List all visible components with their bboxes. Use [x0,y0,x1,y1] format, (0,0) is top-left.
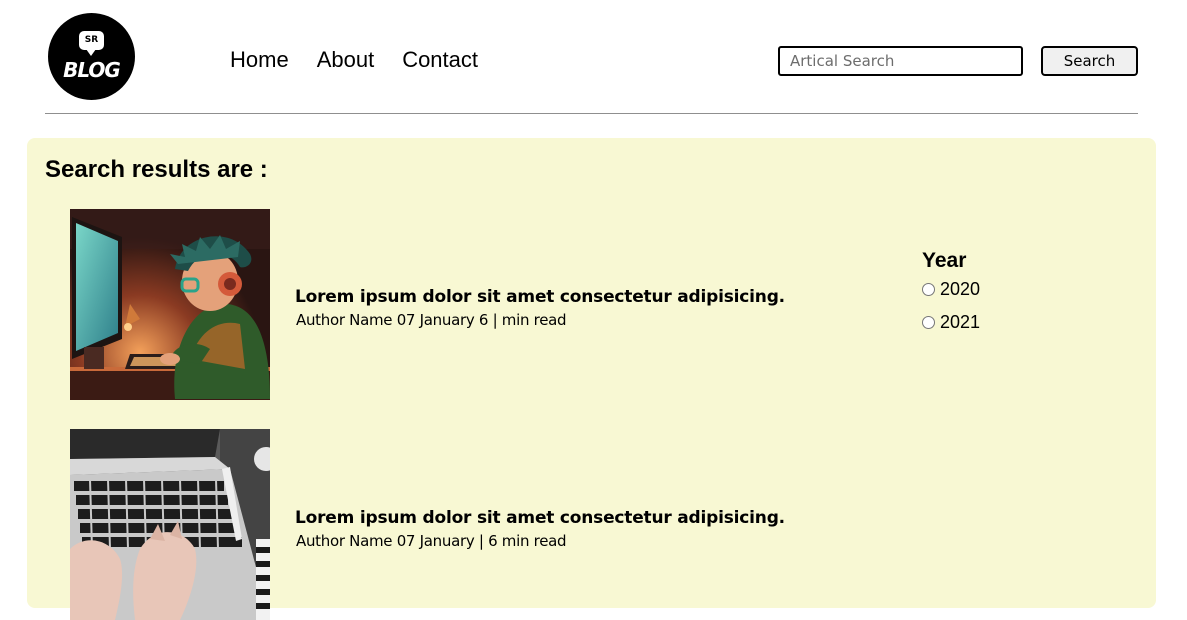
year-option-2021[interactable]: 2021 [922,306,1072,339]
result-item[interactable]: Lorem ipsum dolor sit amet consectetur a… [70,209,830,400]
year-radio-2020[interactable] [922,283,935,296]
year-option-2020[interactable]: 2020 [922,273,1072,306]
nav-home-link[interactable]: Home [230,47,289,73]
result-thumbnail-laptop [70,429,270,620]
year-option-label: 2020 [940,279,981,299]
search-results-panel: Search results are : Lorem ipsum dolor s… [27,138,1156,620]
nav-contact-link[interactable]: Contact [402,47,478,73]
article-search-input[interactable] [778,46,1023,76]
logo-word: BLOG [63,58,121,82]
logo-badge-text: SR [84,35,99,45]
nav-about-link[interactable]: About [317,47,375,73]
site-header: SR BLOG Home About Contact Search [0,0,1187,114]
site-logo[interactable]: SR BLOG [48,13,135,100]
result-meta: Author Name 07 January 6 | min read [296,311,567,329]
results-heading: Search results are : [45,156,268,183]
header-divider [45,113,1138,114]
result-item[interactable]: Lorem ipsum dolor sit amet consectetur a… [70,429,830,620]
main-nav: Home About Contact [230,47,478,73]
result-meta: Author Name 07 January | 6 min read [296,532,567,550]
year-filter: Year 2020 2021 [922,249,1072,339]
search-button[interactable]: Search [1041,46,1138,76]
year-option-label: 2021 [940,312,981,332]
year-radio-2021[interactable] [922,316,935,329]
speech-bubble-icon: SR [79,31,104,56]
result-thumbnail-gamer [70,209,270,400]
result-title[interactable]: Lorem ipsum dolor sit amet consectetur a… [295,507,785,529]
filter-title: Year [922,249,967,272]
result-title[interactable]: Lorem ipsum dolor sit amet consectetur a… [295,286,785,308]
